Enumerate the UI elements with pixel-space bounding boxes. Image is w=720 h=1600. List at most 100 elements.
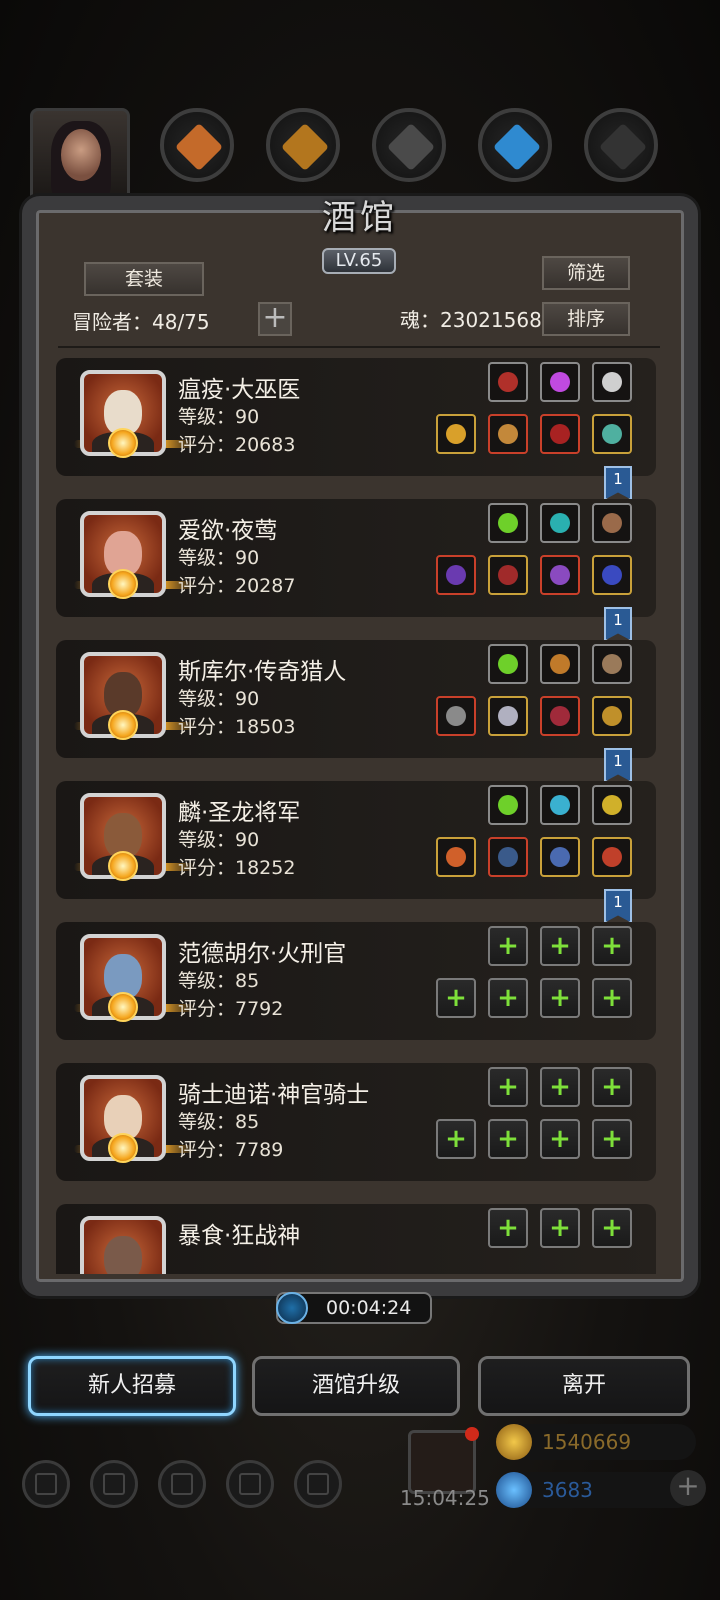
- hero-score: 评分：7789: [178, 1139, 284, 1161]
- add-icon: +: [601, 1213, 623, 1243]
- equip-boots-icon[interactable]: [540, 837, 580, 877]
- tavern-upgrade-button[interactable]: 酒馆升级: [252, 1356, 460, 1416]
- equip-amulet-icon[interactable]: [592, 837, 632, 877]
- equip-totem-icon[interactable]: [488, 785, 528, 825]
- equip-ring-icon[interactable]: [592, 696, 632, 736]
- gem-icon: [496, 1472, 532, 1508]
- hero-portrait[interactable]: [80, 1216, 166, 1274]
- equip-blade-icon[interactable]: [436, 837, 476, 877]
- empty-equip-slot[interactable]: +: [488, 978, 528, 1018]
- empty-equip-slot[interactable]: +: [540, 978, 580, 1018]
- leave-button[interactable]: 离开: [478, 1356, 690, 1416]
- gold-coin-icon: [496, 1424, 532, 1460]
- empty-equip-slot[interactable]: +: [592, 1208, 632, 1248]
- hero-score: 评分：18503: [178, 716, 296, 738]
- hud-clock: 15:04:25: [400, 1486, 490, 1510]
- hero-score: 评分：7792: [178, 998, 284, 1020]
- empty-equip-slot[interactable]: +: [592, 1067, 632, 1107]
- menu-settings-icon[interactable]: [294, 1460, 342, 1508]
- tavern-title: 酒馆: [270, 190, 450, 246]
- add-icon: +: [497, 931, 519, 961]
- player-avatar[interactable]: [30, 108, 130, 204]
- hero-score: 评分：20683: [178, 434, 296, 456]
- menu-star-icon[interactable]: [90, 1460, 138, 1508]
- equip-chest-icon[interactable]: [488, 696, 528, 736]
- empty-equip-slot[interactable]: +: [436, 978, 476, 1018]
- hero-card[interactable]: 范德胡尔·火刑官 等级：85 评分：7792 + + + + + + +: [56, 922, 656, 1040]
- equip-boots-icon[interactable]: [540, 414, 580, 454]
- equip-stone-icon[interactable]: [540, 503, 580, 543]
- hero-name: 暴食·狂战神: [178, 1223, 301, 1249]
- hero-name: 范德胡尔·火刑官: [178, 941, 347, 967]
- equip-amulet-icon[interactable]: [592, 555, 632, 595]
- equip-helm-icon[interactable]: [540, 555, 580, 595]
- hero-card[interactable]: 暴食·狂战神 + + +: [56, 1204, 656, 1274]
- add-icon: +: [549, 1124, 571, 1154]
- empty-equip-slot[interactable]: +: [540, 1067, 580, 1107]
- hero-name: 骑士迪诺·神官骑士: [178, 1082, 370, 1108]
- add-icon: +: [497, 1213, 519, 1243]
- hero-card[interactable]: 麟·圣龙将军 等级：90 评分：18252: [56, 781, 656, 899]
- empty-equip-slot[interactable]: +: [488, 1119, 528, 1159]
- equip-bell-icon[interactable]: [540, 644, 580, 684]
- empty-equip-slot[interactable]: +: [540, 926, 580, 966]
- empty-equip-slot[interactable]: +: [592, 978, 632, 1018]
- empty-equip-slot[interactable]: +: [488, 1067, 528, 1107]
- hero-name: 斯库尔·传奇猎人: [178, 659, 347, 685]
- empty-equip-slot[interactable]: +: [592, 926, 632, 966]
- add-adventurer-slot-button[interactable]: +: [258, 302, 292, 336]
- sort-button[interactable]: 排序: [542, 302, 630, 336]
- star-badge-icon: [108, 851, 138, 881]
- equip-horn-icon[interactable]: [592, 644, 632, 684]
- equip-pendant-icon[interactable]: [540, 785, 580, 825]
- filter-button[interactable]: 筛选: [542, 256, 630, 290]
- equip-helm-icon[interactable]: [540, 696, 580, 736]
- hero-level: 等级：85: [178, 1111, 260, 1133]
- equip-totem-icon[interactable]: [488, 503, 528, 543]
- menu-shop-icon[interactable]: [158, 1460, 206, 1508]
- equip-totem-icon[interactable]: [488, 644, 528, 684]
- empty-equip-slot[interactable]: +: [488, 1208, 528, 1248]
- equip-emblem-icon[interactable]: [592, 362, 632, 402]
- hero-card[interactable]: 斯库尔·传奇猎人 等级：90 评分：18503: [56, 640, 656, 758]
- equip-chest-icon[interactable]: [488, 837, 528, 877]
- set-button[interactable]: 套装: [84, 262, 204, 296]
- gift-box-icon[interactable]: [408, 1427, 479, 1494]
- resource-iron-icon[interactable]: [372, 108, 446, 182]
- hero-score: 评分：20287: [178, 575, 296, 597]
- equip-armor-icon[interactable]: [488, 362, 528, 402]
- empty-equip-slot[interactable]: +: [540, 1208, 580, 1248]
- menu-mail-icon[interactable]: [226, 1460, 274, 1508]
- add-gems-button[interactable]: +: [670, 1470, 706, 1506]
- hero-card[interactable]: 骑士迪诺·神官骑士 等级：85 评分：7789 + + + + + + +: [56, 1063, 656, 1181]
- equip-scroll-icon[interactable]: [592, 503, 632, 543]
- equip-staff-icon[interactable]: [436, 414, 476, 454]
- gold-value: 1540669: [542, 1430, 632, 1454]
- resource-stone-icon[interactable]: [584, 108, 658, 182]
- hero-name: 爱欲·夜莺: [178, 518, 278, 544]
- equip-sword-icon[interactable]: [436, 696, 476, 736]
- equip-dagger-icon[interactable]: [436, 555, 476, 595]
- team-bookmark-badge: 1: [604, 889, 632, 923]
- recruit-button[interactable]: 新人招募: [28, 1356, 236, 1416]
- menu-gear-icon[interactable]: [22, 1460, 70, 1508]
- add-icon: +: [445, 983, 467, 1013]
- hero-name: 瘟疫·大巫医: [178, 377, 301, 403]
- empty-equip-slot[interactable]: +: [436, 1119, 476, 1159]
- equip-gem-icon[interactable]: [540, 362, 580, 402]
- empty-equip-slot[interactable]: +: [592, 1119, 632, 1159]
- hero-list[interactable]: 瘟疫·大巫医 等级：90 评分：20683 1 爱欲·夜莺 等级：90 评分：2…: [56, 358, 666, 1274]
- resource-ore-icon[interactable]: [160, 108, 234, 182]
- empty-equip-slot[interactable]: +: [488, 926, 528, 966]
- empty-equip-slot[interactable]: +: [540, 1119, 580, 1159]
- resource-wood-icon[interactable]: [266, 108, 340, 182]
- equip-lantern-icon[interactable]: [592, 785, 632, 825]
- hero-card[interactable]: 瘟疫·大巫医 等级：90 评分：20683: [56, 358, 656, 476]
- hero-card[interactable]: 爱欲·夜莺 等级：90 评分：20287: [56, 499, 656, 617]
- equip-chest-icon[interactable]: [488, 555, 528, 595]
- equip-ring-icon[interactable]: [592, 414, 632, 454]
- title-text: 酒馆: [322, 198, 398, 238]
- equip-chest-icon[interactable]: [488, 414, 528, 454]
- adventurer-count: 冒险者：48/75: [72, 310, 210, 334]
- resource-crystal-icon[interactable]: [478, 108, 552, 182]
